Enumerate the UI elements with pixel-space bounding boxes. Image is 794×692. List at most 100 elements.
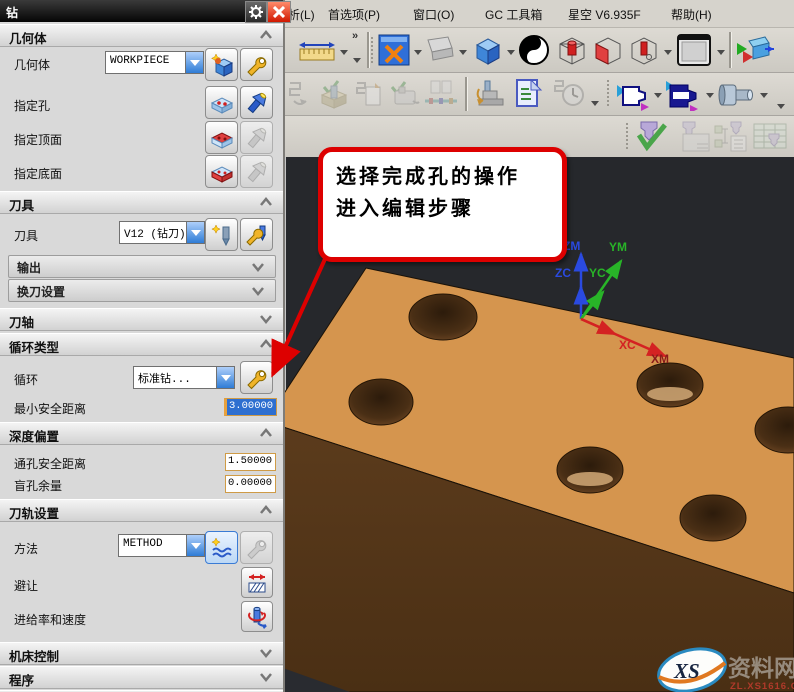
drill-hole[interactable]: [556, 446, 624, 494]
style-dropdown-arrow[interactable]: [664, 50, 672, 55]
halftone-circle-icon[interactable]: [517, 33, 551, 67]
verify-box-icon[interactable]: [318, 79, 350, 109]
toolpath-table-icon[interactable]: [751, 120, 789, 153]
dropdown-arrow-icon[interactable]: [186, 222, 204, 243]
section-cycle-type-header[interactable]: 循环类型: [0, 333, 283, 356]
menu-help[interactable]: 帮助(H): [671, 6, 712, 23]
geometry-select[interactable]: WORKPIECE: [105, 51, 204, 74]
cube-red-face-icon[interactable]: [591, 33, 625, 67]
toolpath-tree-icon[interactable]: [713, 120, 749, 153]
shaded-cube-icon[interactable]: [471, 33, 505, 67]
feeds-speeds-icon: [248, 606, 267, 629]
toolpath-doc-icon[interactable]: [353, 79, 385, 109]
toolbar-operations: [283, 73, 794, 116]
wrench-icon: [246, 56, 266, 76]
bg-dropdown-arrow[interactable]: [717, 50, 725, 55]
time-estimate-icon[interactable]: [549, 77, 587, 111]
edit-geometry-button[interactable]: [240, 48, 273, 81]
shade-dropdown-arrow[interactable]: [507, 50, 515, 55]
select-bottom-face-button[interactable]: [205, 155, 238, 188]
create-method-button[interactable]: [205, 531, 238, 564]
machine-check-icon[interactable]: [387, 79, 421, 109]
machine-simulate-icon[interactable]: [473, 77, 509, 111]
chevron-up-icon: [260, 505, 272, 514]
menu-gc-toolbox[interactable]: GC 工具箱: [485, 6, 542, 23]
section-clip-icon[interactable]: [735, 33, 775, 67]
tool-select[interactable]: V12 (钻刀): [119, 221, 205, 244]
drill-dialog: 钻 几何体 几何体 WORKPIECE 指定孔 指定顶面 指定底面 刀具 刀具 …: [0, 0, 291, 692]
select-holes-button[interactable]: [205, 86, 238, 119]
menu-window[interactable]: 窗口(O): [413, 6, 454, 23]
create-geometry-button[interactable]: [205, 48, 238, 81]
shop-doc-icon[interactable]: [512, 77, 546, 111]
dialog-settings-button[interactable]: [245, 1, 267, 23]
row2-more-arrow[interactable]: [777, 104, 785, 109]
toolbar-more-arrow[interactable]: [353, 58, 361, 63]
toolbar-grip[interactable]: [607, 80, 612, 106]
section-label: 程序: [9, 674, 35, 688]
blind-stock-field[interactable]: 0.00000: [225, 475, 276, 493]
edit-tool-button[interactable]: [240, 218, 273, 251]
view-dropdown-arrow[interactable]: [459, 50, 467, 55]
avoidance-button[interactable]: [241, 567, 273, 598]
drill-hole[interactable]: [679, 494, 747, 542]
section-program-header[interactable]: 程序: [0, 666, 283, 689]
dropdown-arrow-icon[interactable]: [186, 535, 204, 556]
funnel3-dropdown-arrow[interactable]: [760, 93, 768, 98]
specify-holes-label: 指定孔: [14, 99, 51, 113]
fit-dropdown-arrow[interactable]: [414, 50, 422, 55]
section-tool-header[interactable]: 刀具: [0, 191, 283, 214]
highlight-holes-button[interactable]: [240, 86, 273, 119]
verify-toolpath-check-icon[interactable]: [633, 119, 671, 154]
toolpath-sheet-icon[interactable]: [675, 120, 711, 153]
section-tool-axis-header[interactable]: 刀轴: [0, 308, 283, 331]
hole-funnel-navy-icon[interactable]: [664, 79, 702, 111]
menu-starsky[interactable]: 星空 V6.935F: [568, 6, 641, 23]
funnel1-dropdown-arrow[interactable]: [654, 93, 662, 98]
generate-toolpath-icon[interactable]: [286, 79, 316, 109]
cube-hole-icon[interactable]: [627, 33, 661, 67]
create-tool-button[interactable]: [205, 218, 238, 251]
section-label: 几何体: [9, 32, 47, 46]
blank-square-icon[interactable]: [675, 32, 713, 68]
measure-dropdown-arrow[interactable]: [340, 50, 348, 55]
section-path-settings-header[interactable]: 刀轨设置: [0, 499, 283, 522]
toolbar-grip[interactable]: [371, 37, 376, 63]
tool-change-subsection[interactable]: 换刀设置: [8, 279, 276, 302]
docs-dropdown-arrow[interactable]: [591, 101, 599, 106]
edit-cycle-button[interactable]: [240, 361, 273, 394]
funnel2-dropdown-arrow[interactable]: [706, 93, 714, 98]
parallel-generate-icon[interactable]: [423, 79, 459, 109]
toolbar-overflow-icon[interactable]: »: [352, 30, 358, 42]
method-select[interactable]: METHOD: [118, 534, 205, 557]
section-depth-offset-header[interactable]: 深度偏置: [0, 422, 283, 445]
cycle-select[interactable]: 标准钻...: [133, 366, 235, 389]
dropdown-arrow-icon[interactable]: [216, 367, 234, 388]
hole-cylinder-icon[interactable]: [716, 81, 758, 109]
monitor-icon[interactable]: [424, 34, 456, 64]
output-subsection[interactable]: 输出: [8, 255, 276, 278]
through-clearance-field[interactable]: 1.50000: [225, 453, 276, 471]
output-label: 输出: [17, 261, 42, 275]
toolbar-grip[interactable]: [626, 123, 631, 149]
chevron-up-icon: [260, 30, 272, 39]
section-label: 刀具: [9, 199, 35, 213]
min-clearance-field[interactable]: 3.00000: [224, 398, 277, 416]
drill-hole[interactable]: [408, 293, 478, 341]
dialog-titlebar[interactable]: 钻: [0, 0, 291, 23]
fit-view-icon[interactable]: [377, 33, 411, 67]
measure-ruler-icon[interactable]: [297, 37, 337, 65]
dialog-close-button[interactable]: [267, 1, 291, 23]
menu-analysis[interactable]: 析(L): [288, 6, 315, 23]
select-top-face-button[interactable]: [205, 121, 238, 154]
menu-preferences[interactable]: 首选项(P): [328, 6, 380, 23]
workpiece-block[interactable]: [282, 267, 794, 692]
section-machine-control-header[interactable]: 机床控制: [0, 642, 283, 665]
drill-hole[interactable]: [348, 378, 414, 426]
dropdown-arrow-icon[interactable]: [185, 52, 203, 73]
cube-cylinder-icon[interactable]: [555, 33, 589, 67]
hole-funnel-white-icon[interactable]: [615, 79, 651, 111]
section-geometry-header[interactable]: 几何体: [0, 24, 283, 47]
feeds-speeds-button[interactable]: [241, 601, 273, 632]
chevron-down-icon: [252, 287, 264, 296]
